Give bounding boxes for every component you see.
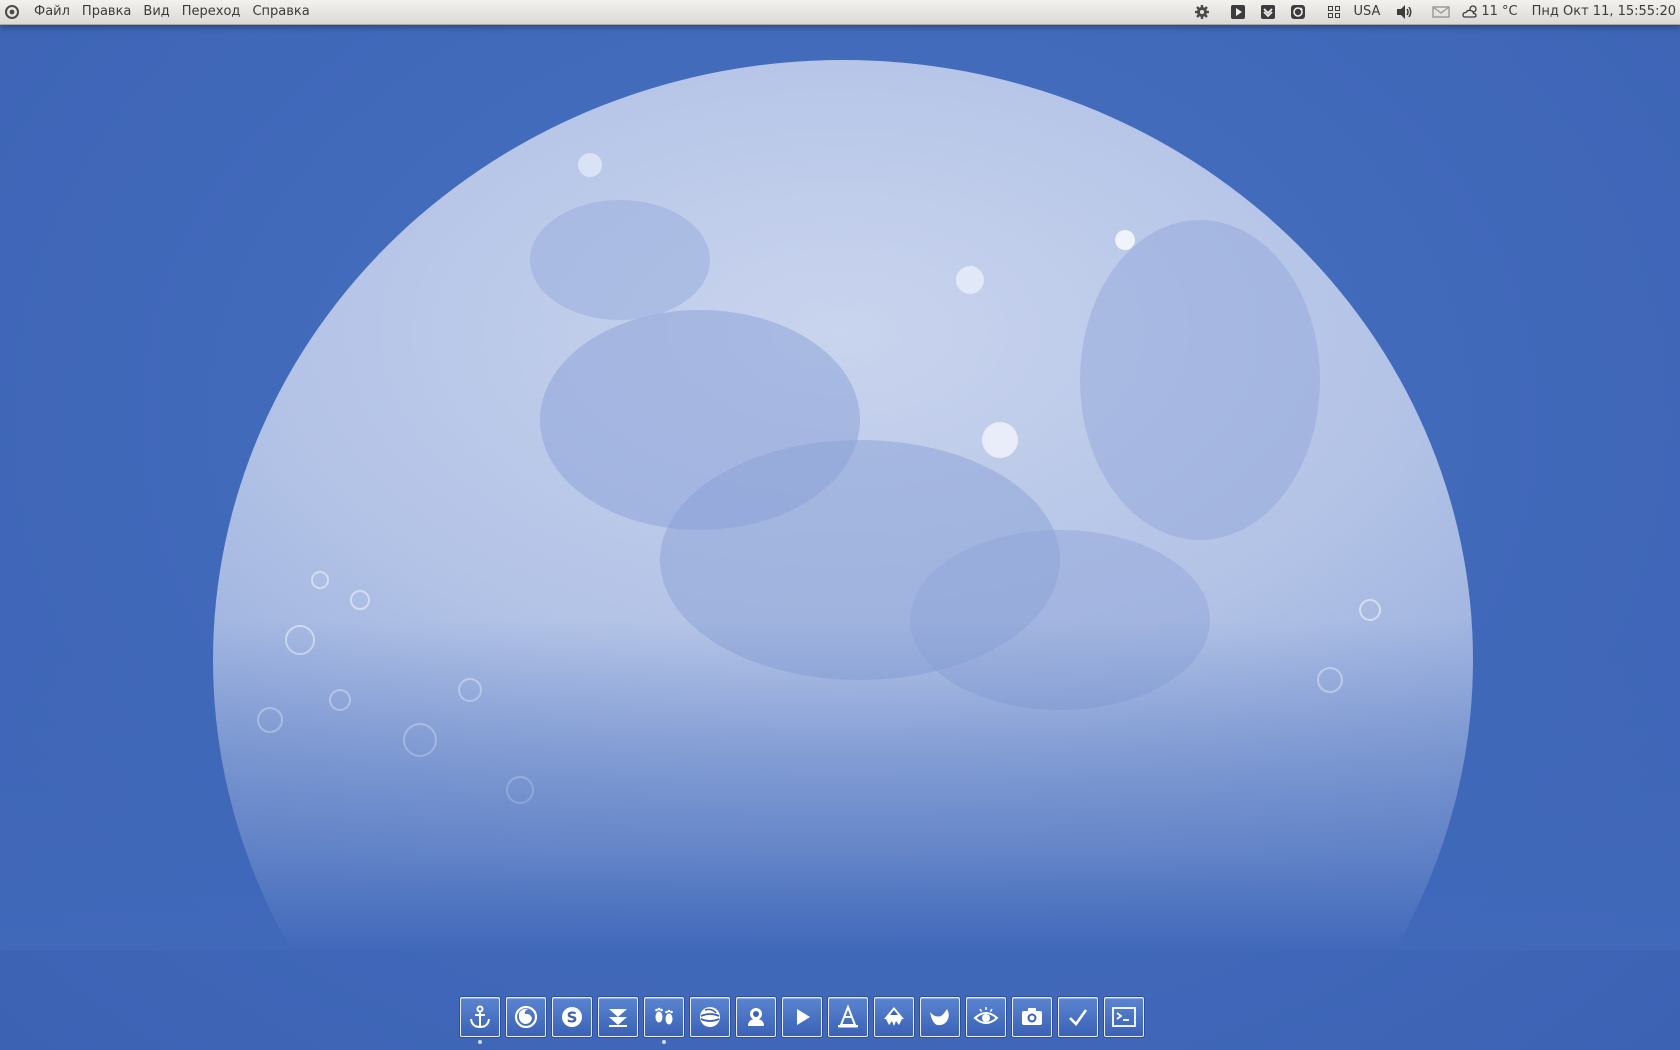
- globe-icon: [700, 1007, 720, 1027]
- dock-item-anchor[interactable]: [460, 997, 500, 1044]
- dock-item-inkscape[interactable]: [874, 997, 914, 1037]
- footprints-icon: [655, 1007, 673, 1025]
- dock-item-footprints[interactable]: [644, 997, 684, 1044]
- indicator-area: USA 11 °C Пнд Окт 11, 15:55:20: [1187, 0, 1680, 24]
- ubuntu-circle-icon[interactable]: [4, 4, 20, 20]
- firefox-icon: [514, 1005, 538, 1029]
- desktop-wallpaper: [0, 0, 1680, 1050]
- dock-item-skype[interactable]: S: [552, 997, 592, 1037]
- dock-item-chat[interactable]: [736, 997, 776, 1037]
- play-box-icon[interactable]: [1229, 3, 1247, 21]
- play-icon: [797, 1009, 810, 1025]
- speaker-icon[interactable]: [1396, 3, 1414, 21]
- dock-item-vlc[interactable]: [828, 997, 868, 1037]
- anchor-icon: [470, 1005, 490, 1029]
- download-chevron-icon: [609, 1009, 627, 1027]
- download-box-icon[interactable]: [1259, 3, 1277, 21]
- eye-icon: [973, 1007, 999, 1024]
- dock-item-globe[interactable]: [690, 997, 730, 1037]
- skype-icon: S: [562, 1007, 582, 1027]
- menu-view[interactable]: Вид: [137, 0, 175, 24]
- running-indicator: [662, 1040, 666, 1044]
- top-panel: Файл Правка Вид Переход Справка USA 11 °…: [0, 0, 1680, 25]
- gear-icon[interactable]: [1193, 3, 1211, 21]
- menu-file[interactable]: Файл: [28, 0, 76, 24]
- terminal-icon: [1112, 1007, 1136, 1027]
- clock-label[interactable]: Пнд Окт 11, 15:55:20: [1528, 0, 1680, 24]
- dock-item-tasks[interactable]: [1058, 997, 1098, 1037]
- menu-go[interactable]: Переход: [176, 0, 247, 24]
- envelope-icon[interactable]: [1432, 3, 1451, 21]
- menu-help[interactable]: Справка: [246, 0, 315, 24]
- cloud-sun-icon[interactable]: [1462, 3, 1480, 21]
- moon-image: [0, 60, 1680, 950]
- vlc-cone-icon: [838, 1004, 858, 1028]
- dock-item-camera[interactable]: [1012, 997, 1052, 1037]
- dock-item-player[interactable]: [782, 997, 822, 1037]
- dock-item-bird[interactable]: [920, 997, 960, 1037]
- dock-item-downloader[interactable]: [598, 997, 638, 1037]
- dock-item-eye[interactable]: [966, 997, 1006, 1037]
- running-indicator: [478, 1040, 482, 1044]
- sync-icon[interactable]: [1289, 3, 1307, 21]
- dock-item-terminal[interactable]: [1104, 997, 1144, 1037]
- menu-edit[interactable]: Правка: [76, 0, 137, 24]
- dock: S: [460, 995, 1150, 1044]
- camera-icon: [1022, 1008, 1042, 1025]
- keyboard-layout-label[interactable]: USA: [1349, 0, 1384, 24]
- temperature-label[interactable]: 11 °C: [1481, 0, 1521, 24]
- inkscape-icon: [884, 1007, 904, 1026]
- checkmark-icon: [1069, 1009, 1088, 1027]
- dock-item-firefox[interactable]: [506, 997, 546, 1037]
- chat-contacts-icon: [748, 1008, 764, 1026]
- keyboard-layout-icon[interactable]: [1325, 3, 1343, 21]
- bird-icon: [930, 1009, 949, 1026]
- svg-text:S: S: [567, 1009, 578, 1027]
